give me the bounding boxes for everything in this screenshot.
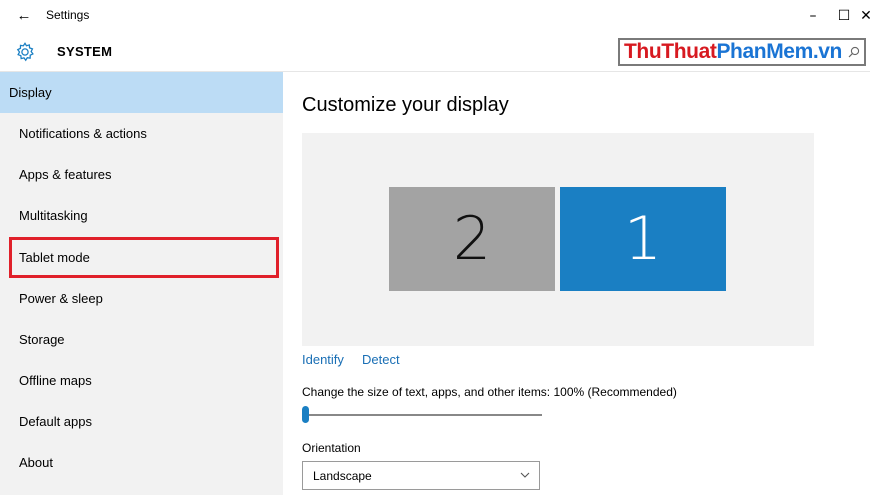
window-title: Settings [46, 8, 90, 22]
sidebar-item-tablet-mode[interactable]: Tablet mode [9, 237, 279, 278]
sidebar-item-storage[interactable]: Storage [0, 319, 283, 360]
back-arrow-icon[interactable]: ← [14, 6, 34, 26]
display-arrangement-area: 2 1 [302, 133, 814, 346]
brand-text-part2: PhanMem.vn [716, 40, 842, 63]
scale-slider[interactable] [302, 406, 542, 423]
slider-track [302, 414, 542, 416]
brand-logo: ThuThuatPhanMem.vn [624, 40, 842, 64]
monitor-1-tile[interactable]: 1 [560, 187, 726, 291]
search-box[interactable]: ThuThuatPhanMem.vn [618, 38, 866, 66]
sidebar-item-power-sleep[interactable]: Power & sleep [0, 278, 283, 319]
sidebar-item-about[interactable]: About [0, 442, 283, 483]
sidebar-item-multitasking[interactable]: Multitasking [0, 195, 283, 236]
sidebar-item-offline-maps[interactable]: Offline maps [0, 360, 283, 401]
main-content: Customize your display 2 1 Identify Dete… [283, 72, 870, 495]
sidebar-item-display[interactable]: Display [0, 72, 283, 113]
title-bar: ← Settings – ☐ ✕ [0, 0, 870, 32]
page-title: Customize your display [302, 94, 509, 116]
search-icon[interactable] [848, 46, 860, 58]
brand-text-part1: ThuThuat [624, 40, 717, 63]
orientation-label: Orientation [302, 441, 361, 455]
close-button[interactable]: ✕ [856, 4, 870, 28]
slider-thumb[interactable] [302, 406, 309, 423]
scale-label: Change the size of text, apps, and other… [302, 385, 677, 399]
gear-icon [16, 42, 34, 62]
sidebar-item-default-apps[interactable]: Default apps [0, 401, 283, 442]
sidebar-item-apps-features[interactable]: Apps & features [0, 154, 283, 195]
minimize-button[interactable]: – [798, 4, 828, 28]
page-header: SYSTEM ThuThuatPhanMem.vn [0, 32, 870, 72]
sidebar: Display Notifications & actions Apps & f… [0, 72, 283, 495]
detect-link[interactable]: Detect [362, 352, 400, 367]
section-title: SYSTEM [57, 44, 113, 59]
orientation-value: Landscape [313, 469, 372, 483]
sidebar-item-notifications[interactable]: Notifications & actions [0, 113, 283, 154]
chevron-down-icon [520, 472, 530, 478]
orientation-dropdown[interactable]: Landscape [302, 461, 540, 490]
identify-link[interactable]: Identify [302, 352, 344, 367]
maximize-button[interactable]: ☐ [829, 4, 859, 28]
monitor-2-tile[interactable]: 2 [389, 187, 555, 291]
